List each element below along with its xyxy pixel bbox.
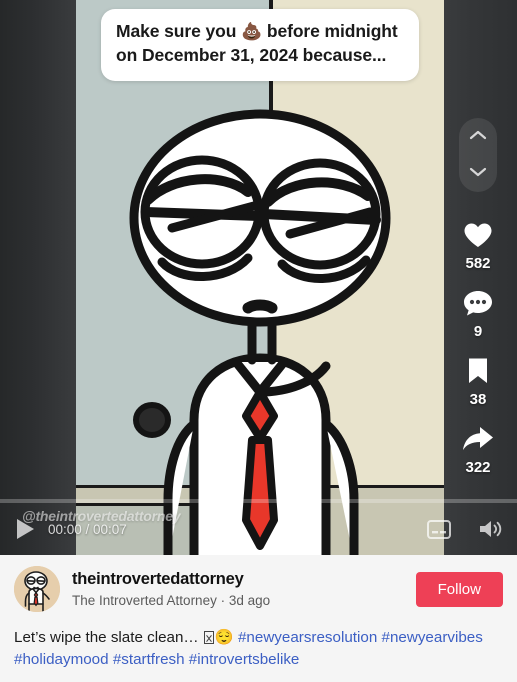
action-rail: 582 9 38 322 <box>451 118 505 490</box>
player-right-controls <box>427 518 503 540</box>
hashtag-startfresh[interactable]: #startfresh <box>113 651 185 668</box>
comment-action[interactable]: 9 <box>461 286 495 340</box>
hashtag-holidaymood[interactable]: #holidaymood <box>14 651 109 668</box>
like-count: 582 <box>465 255 491 272</box>
bookmark-count: 38 <box>469 391 487 408</box>
author-text-block: theintrovertedattorney The Introverted A… <box>72 570 416 608</box>
like-action[interactable]: 582 <box>461 218 495 272</box>
hashtag-newyearsresolution[interactable]: #newyearsresolution <box>238 629 377 646</box>
player-control-bar: 00:00 / 00:07 <box>0 493 517 555</box>
share-action[interactable]: 322 <box>461 422 495 476</box>
share-count: 322 <box>465 459 491 476</box>
video-navigation-pill[interactable] <box>459 118 497 192</box>
chevron-down-icon[interactable] <box>469 165 487 183</box>
missing-glyph-box <box>203 631 214 644</box>
letterbox-left <box>0 0 76 555</box>
video-overlay-caption-card: Make sure you 💩 before midnight on Decem… <box>101 9 419 81</box>
avatar[interactable] <box>14 566 60 612</box>
post-info-panel: theintrovertedattorney The Introverted A… <box>0 555 517 682</box>
overlay-caption-line-1: Make sure you 💩 before midnight <box>116 20 404 44</box>
chevron-up-icon[interactable] <box>469 128 487 146</box>
author-meta: The Introverted Attorney · 3d ago <box>72 592 271 608</box>
comment-icon[interactable] <box>461 286 495 320</box>
time-display: 00:00 / 00:07 <box>48 521 127 537</box>
video-post-page: Make sure you 💩 before midnight on Decem… <box>0 0 517 682</box>
comment-count: 9 <box>473 323 483 340</box>
closed-captions-icon[interactable] <box>427 519 451 539</box>
cartoon-character-illustration <box>129 109 391 555</box>
overlay-caption-text-before: Make sure you <box>116 21 242 41</box>
follow-button[interactable]: Follow <box>415 571 503 607</box>
author-row: theintrovertedattorney The Introverted A… <box>14 566 503 612</box>
avatar-illustration <box>14 566 60 612</box>
video-player-stage[interactable]: Make sure you 💩 before midnight on Decem… <box>0 0 517 555</box>
bookmark-icon[interactable] <box>461 354 495 388</box>
overlay-caption-line-2: on December 31, 2024 because... <box>116 44 387 65</box>
poop-emoji: 💩 <box>241 22 263 41</box>
play-icon[interactable] <box>14 517 36 541</box>
video-frame[interactable]: Make sure you 💩 before midnight on Decem… <box>76 0 444 555</box>
hashtag-introvertsbelike[interactable]: #introvertsbelike <box>189 651 300 668</box>
heart-icon[interactable] <box>461 218 495 252</box>
hashtag-newyearvibes[interactable]: #newyearvibes <box>382 629 483 646</box>
bookmark-action[interactable]: 38 <box>461 354 495 408</box>
caption-text: Let’s wipe the slate clean… <box>14 629 203 646</box>
share-icon[interactable] <box>461 422 495 456</box>
author-handle[interactable]: theintrovertedattorney <box>72 570 416 590</box>
player-controls-row: 00:00 / 00:07 <box>0 503 517 555</box>
post-caption: Let’s wipe the slate clean… 😌 #newyearsr… <box>14 627 503 670</box>
relieved-face-emoji: 😌 <box>214 629 234 646</box>
overlay-caption-text-after: before midnight <box>262 21 398 41</box>
volume-icon[interactable] <box>477 518 503 540</box>
